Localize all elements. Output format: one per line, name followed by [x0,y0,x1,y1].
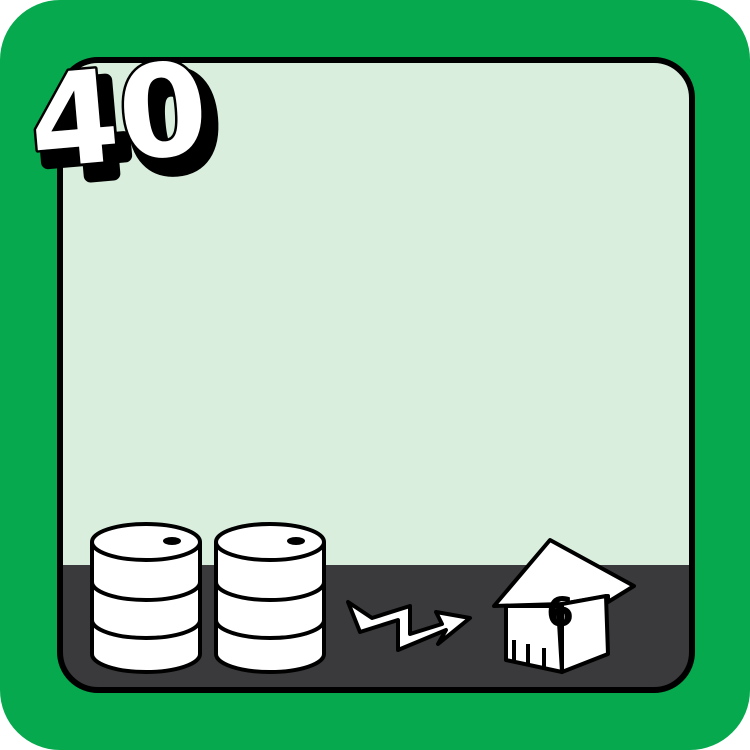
power-plant-card[interactable]: 40 40 6 [0,0,750,750]
oil-barrel-icon [90,522,202,674]
cities-powered-number: 6 [546,590,574,636]
cost-label: 40 [23,34,213,198]
cost-number: 40 40 [21,32,231,217]
oil-barrel-icon [214,522,326,674]
